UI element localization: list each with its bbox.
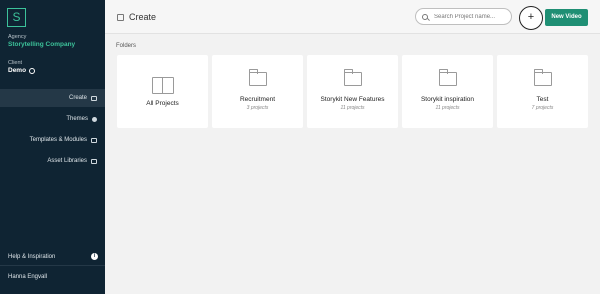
folder-icon bbox=[533, 69, 552, 86]
template-icon bbox=[91, 137, 97, 143]
folder-icon bbox=[438, 69, 457, 86]
folder-card-all-projects[interactable]: All Projects bbox=[117, 55, 208, 128]
folder-name: All Projects bbox=[146, 100, 179, 107]
book-icon bbox=[152, 77, 174, 94]
sidebar-item-label: Asset Libraries bbox=[47, 158, 87, 164]
help-label: Help & Inspiration bbox=[8, 253, 56, 260]
page-title-text: Create bbox=[129, 12, 157, 22]
agency-name[interactable]: Storytelling Company bbox=[8, 41, 75, 48]
folder-card-recruitment[interactable]: Recruitment 3 projects bbox=[212, 55, 303, 128]
search-input[interactable] bbox=[432, 12, 507, 21]
create-icon bbox=[117, 13, 124, 21]
sidebar-item-asset-libraries[interactable]: Asset Libraries bbox=[47, 158, 97, 164]
sidebar-item-label: Create bbox=[68, 95, 87, 101]
folder-icon bbox=[248, 69, 267, 86]
settings-icon[interactable] bbox=[29, 67, 36, 74]
sidebar-divider bbox=[0, 265, 105, 266]
help-link[interactable]: Help & Inspiration i bbox=[8, 253, 98, 260]
client-label: Client bbox=[8, 60, 23, 66]
logo-icon[interactable]: S bbox=[7, 8, 26, 27]
folder-count: 11 projects bbox=[435, 105, 460, 111]
folder-count: 3 projects bbox=[246, 105, 269, 111]
search-icon bbox=[422, 13, 428, 20]
folder-count: 11 projects bbox=[340, 105, 365, 111]
folder-name: Storykit inspiration bbox=[420, 96, 475, 103]
folder-card-storykit-new-features[interactable]: Storykit New Features 11 projects bbox=[307, 55, 398, 128]
folder-card-test[interactable]: Test 7 projects bbox=[497, 55, 588, 128]
palette-icon bbox=[92, 116, 97, 122]
sidebar-item-create[interactable]: Create bbox=[69, 95, 97, 101]
create-icon bbox=[91, 95, 97, 101]
top-bar: Create + New Video bbox=[105, 0, 600, 34]
folder-name: Recruitment bbox=[239, 96, 276, 103]
new-video-button[interactable]: New Video bbox=[545, 9, 588, 26]
agency-label: Agency bbox=[8, 34, 27, 40]
sidebar-item-themes[interactable]: Themes bbox=[66, 116, 97, 122]
page-title: Create bbox=[117, 12, 156, 22]
folder-icon bbox=[343, 69, 362, 86]
info-icon: i bbox=[91, 253, 98, 260]
main-content: Create + New Video Folders All Projects … bbox=[105, 0, 600, 294]
client-name: Demo bbox=[8, 67, 27, 74]
folder-card-storykit-inspiration[interactable]: Storykit inspiration 11 projects bbox=[402, 55, 493, 128]
client-selector[interactable]: Demo bbox=[8, 67, 36, 74]
folders-heading: Folders bbox=[116, 43, 137, 49]
folder-count: 7 projects bbox=[531, 105, 554, 111]
sidebar: S Agency Storytelling Company Client Dem… bbox=[0, 0, 105, 294]
sidebar-item-templates[interactable]: Templates & Modules bbox=[30, 137, 97, 143]
folder-name: Test bbox=[536, 96, 549, 103]
library-icon bbox=[91, 158, 97, 164]
add-button[interactable]: + bbox=[519, 6, 543, 30]
search-box[interactable] bbox=[415, 8, 512, 25]
folder-name: Storykit New Features bbox=[320, 96, 385, 103]
sidebar-item-label: Templates & Modules bbox=[29, 137, 87, 143]
sidebar-item-label: Themes bbox=[66, 116, 88, 122]
user-name[interactable]: Hanna Engvall bbox=[8, 274, 47, 280]
